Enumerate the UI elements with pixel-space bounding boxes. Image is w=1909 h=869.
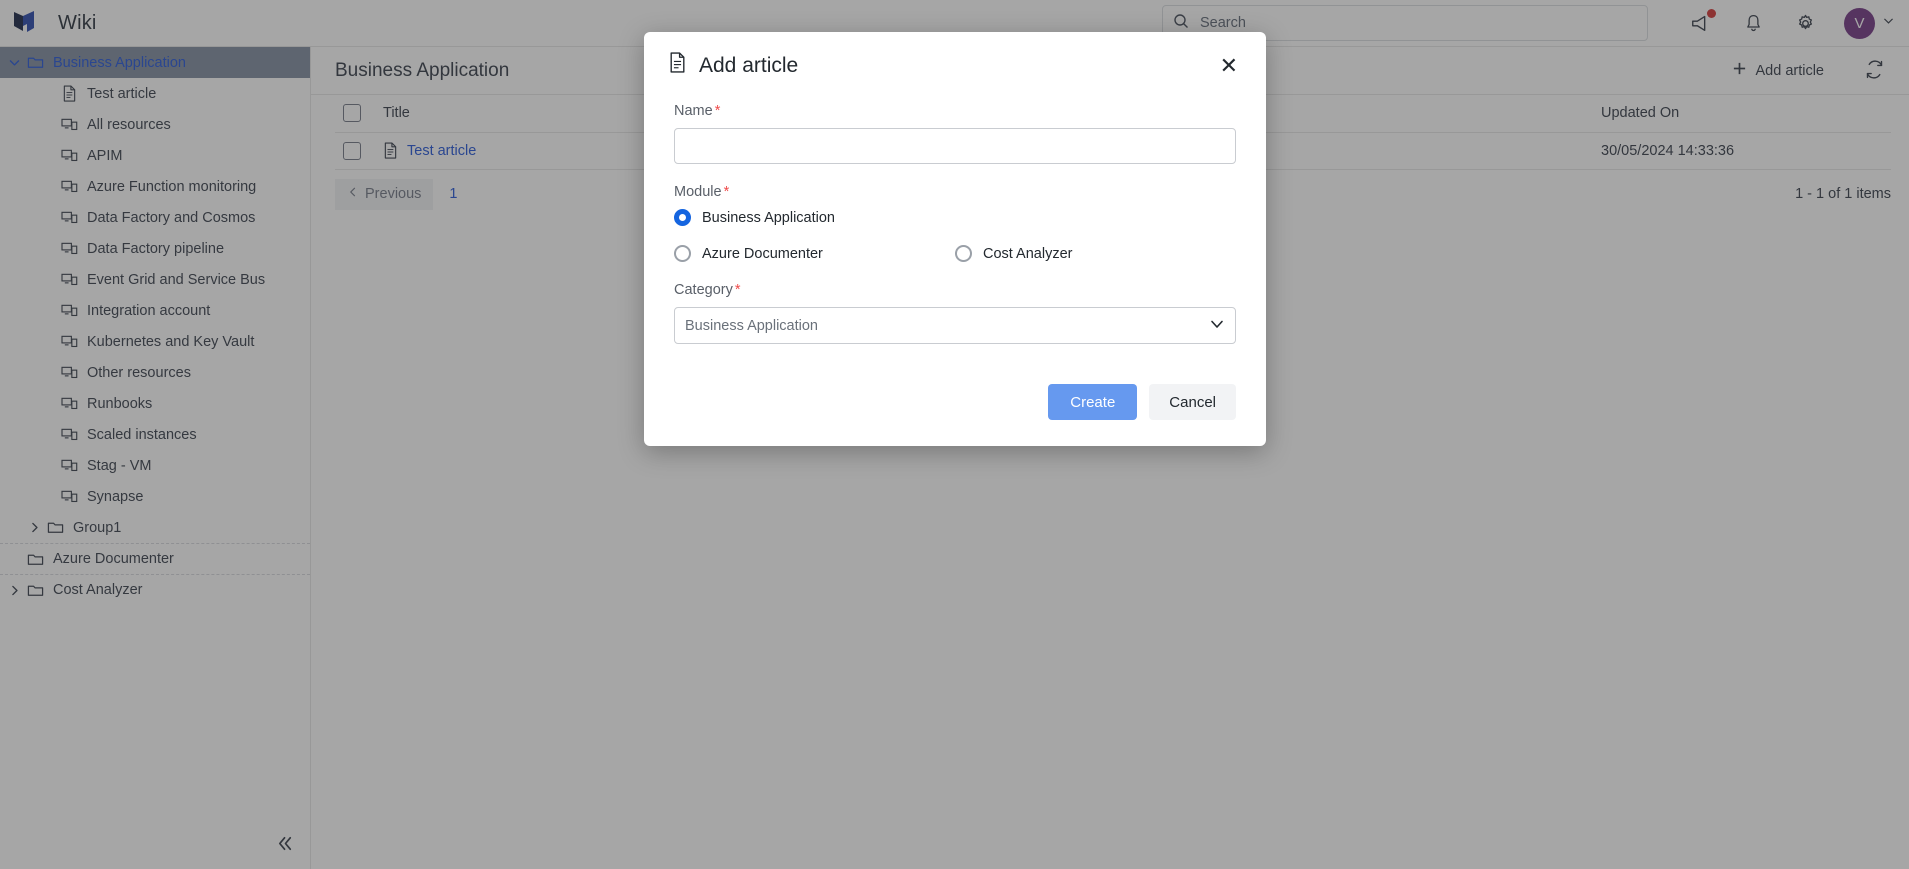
name-field-group: Name * [674, 103, 1236, 164]
name-label-text: Name [674, 103, 713, 119]
module-radio-business-application[interactable]: Business Application [674, 209, 1236, 226]
close-icon[interactable]: ✕ [1216, 53, 1242, 79]
category-selected-value: Business Application [685, 317, 818, 334]
category-field-group: Category * Business Application [674, 282, 1236, 344]
create-button[interactable]: Create [1048, 384, 1138, 420]
app-root: Wiki Search V Business Application Test … [0, 0, 1909, 869]
category-select-wrap: Business Application [674, 307, 1236, 344]
module-radio-label: Azure Documenter [702, 245, 823, 262]
module-radio-label: Cost Analyzer [983, 245, 1073, 262]
name-required-mark: * [714, 103, 721, 119]
module-radio-azure-documenter[interactable]: Azure Documenter [674, 245, 955, 262]
category-label-text: Category [674, 282, 733, 298]
module-required-mark: * [723, 184, 730, 200]
name-label: Name * [674, 103, 1236, 119]
module-radio-cost-analyzer[interactable]: Cost Analyzer [955, 245, 1236, 262]
module-label-text: Module [674, 184, 722, 200]
modal-header: Add article ✕ [644, 32, 1266, 87]
module-field-group: Module * Business Application Azure Docume… [674, 184, 1236, 262]
name-input[interactable] [674, 128, 1236, 164]
radio-indicator[interactable] [955, 245, 972, 262]
radio-indicator[interactable] [674, 245, 691, 262]
module-radio-group: Business Application Azure Documenter Cost… [674, 209, 1236, 262]
category-required-mark: * [734, 282, 741, 298]
radio-indicator[interactable] [674, 209, 691, 226]
category-select[interactable]: Business Application [674, 307, 1236, 344]
category-label: Category * [674, 282, 1236, 298]
cancel-button[interactable]: Cancel [1149, 384, 1236, 420]
modal-footer: Create Cancel [644, 364, 1266, 446]
modal-body: Name * Module * Business Application Azure … [644, 87, 1266, 344]
module-radio-label: Business Application [702, 209, 835, 226]
modal-title-text: Add article [699, 53, 799, 77]
add-article-modal: Add article ✕ Name * Module * Business App… [644, 32, 1266, 446]
modal-title: Add article [668, 52, 798, 79]
document-icon [668, 52, 687, 79]
module-label: Module * [674, 184, 1236, 200]
